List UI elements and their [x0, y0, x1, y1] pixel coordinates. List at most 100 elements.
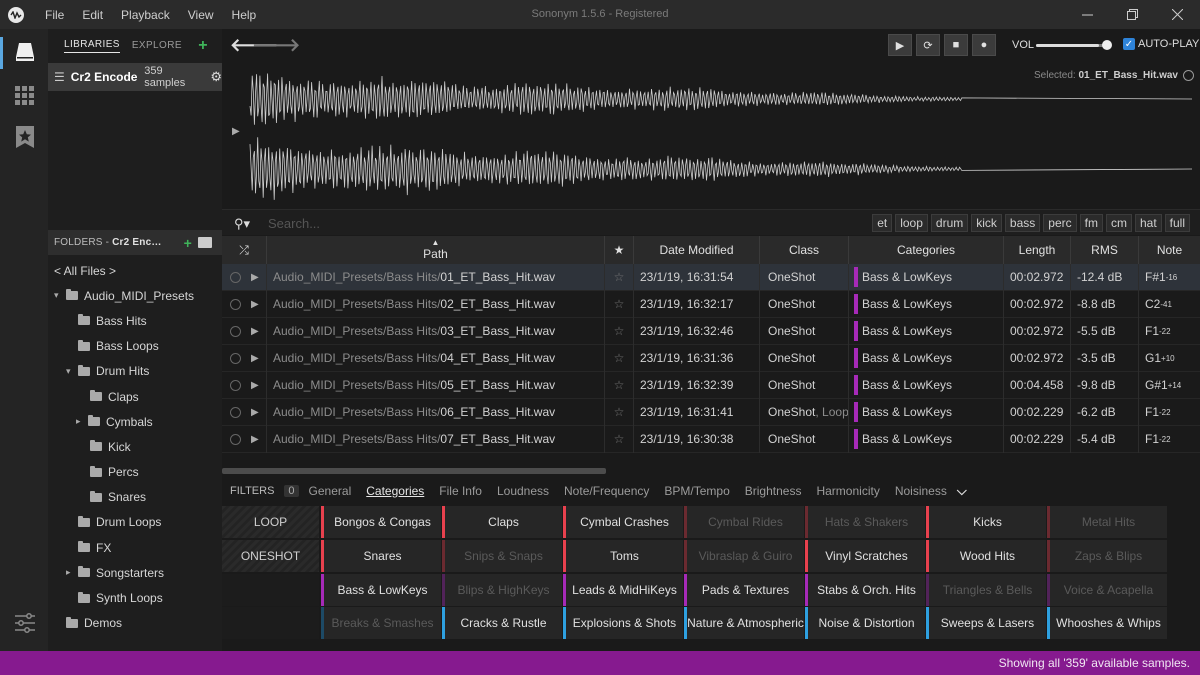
expand-arrow-icon[interactable]: ▾ — [66, 366, 76, 377]
category-button[interactable]: Blips & HighKeys — [442, 574, 562, 606]
tree-item[interactable]: ▾ Drum Hits — [48, 359, 222, 384]
row-play-icon[interactable]: ▶ — [251, 353, 259, 364]
filter-tab[interactable]: General — [309, 484, 352, 498]
category-button[interactable]: Voice & Acapella — [1047, 574, 1167, 606]
grid-icon[interactable] — [12, 83, 38, 109]
row-play-icon[interactable]: ▶ — [251, 434, 259, 445]
category-button[interactable]: Cracks & Rustle — [442, 607, 562, 639]
row-star-icon[interactable]: ☆ — [605, 371, 634, 399]
tag-chip[interactable]: hat — [1134, 214, 1162, 232]
category-button[interactable]: Nature & Atmospheric — [684, 607, 804, 639]
row-star-icon[interactable]: ☆ — [605, 317, 634, 345]
table-row[interactable]: ▶ Audio_MIDI_Presets/Bass Hits/06_ET_Bass… — [222, 398, 1200, 426]
close-icon[interactable] — [1155, 0, 1200, 29]
tag-chip[interactable]: et — [872, 214, 893, 232]
scrollbar-thumb[interactable] — [222, 468, 606, 474]
row-select-circle-icon[interactable] — [230, 325, 241, 337]
category-button[interactable]: Hats & Shakers — [805, 506, 925, 538]
row-star-icon[interactable]: ☆ — [605, 398, 634, 426]
tag-chip[interactable]: cm — [1105, 214, 1132, 232]
minimize-icon[interactable] — [1065, 0, 1110, 29]
class-loop-button[interactable]: LOOP — [222, 506, 319, 538]
forward-arrow-icon[interactable]: 🡒 — [252, 35, 300, 56]
add-library-icon[interactable]: + — [198, 37, 208, 55]
tree-item[interactable]: Synth Loops — [48, 585, 222, 610]
row-star-icon[interactable]: ☆ — [605, 344, 634, 372]
record-button[interactable]: ● — [972, 34, 996, 56]
filter-tab[interactable]: Note/Frequency — [564, 484, 649, 498]
col-categories[interactable]: Categories — [849, 236, 1004, 264]
row-play-icon[interactable]: ▶ — [251, 272, 259, 283]
search-input[interactable]: Search... — [268, 216, 320, 231]
menu-view[interactable]: View — [179, 8, 223, 22]
loop-button[interactable]: ⟳ — [916, 34, 940, 56]
category-button[interactable]: Cymbal Crashes — [563, 506, 683, 538]
tree-item[interactable]: Bass Hits — [48, 308, 222, 333]
tab-libraries[interactable]: LIBRARIES — [64, 39, 120, 53]
row-play-icon[interactable]: ▶ — [251, 407, 259, 418]
restore-icon[interactable] — [1110, 0, 1155, 29]
table-row[interactable]: ▶ Audio_MIDI_Presets/Bass Hits/04_ET_Bass… — [222, 344, 1200, 372]
filter-tab[interactable]: Harmonicity — [816, 484, 879, 498]
category-button[interactable]: Vinyl Scratches — [805, 540, 925, 572]
search-icon[interactable]: ⚲▾ — [234, 216, 250, 232]
row-select-circle-icon[interactable] — [230, 379, 241, 391]
tree-item[interactable]: Snares — [48, 485, 222, 510]
menu-edit[interactable]: Edit — [73, 8, 112, 22]
folder-icon[interactable] — [198, 237, 212, 248]
add-folder-icon[interactable]: + — [184, 235, 192, 251]
row-play-icon[interactable]: ▶ — [251, 299, 259, 310]
col-length[interactable]: Length — [1004, 236, 1071, 264]
row-select-circle-icon[interactable] — [230, 433, 241, 445]
category-button[interactable]: Bass & LowKeys — [321, 574, 441, 606]
row-star-icon[interactable]: ☆ — [605, 290, 634, 318]
favorites-star-icon[interactable] — [12, 124, 38, 150]
shuffle-icon[interactable]: ⤮ — [222, 236, 267, 264]
chevron-down-icon[interactable]: ⌵ — [957, 483, 967, 499]
horizontal-scrollbar[interactable] — [222, 466, 1200, 476]
expand-arrow-icon[interactable]: ▸ — [76, 416, 86, 427]
col-date-modified[interactable]: Date Modified — [634, 236, 760, 264]
tree-item[interactable]: < All Files > — [48, 258, 222, 283]
tag-chip[interactable]: fm — [1079, 214, 1103, 232]
filter-tab[interactable]: Brightness — [745, 484, 802, 498]
filter-tab[interactable]: BPM/Tempo — [664, 484, 729, 498]
tree-item[interactable]: FX — [48, 535, 222, 560]
category-button[interactable]: Leads & MidHiKeys — [563, 574, 683, 606]
tag-chip[interactable]: full — [1164, 214, 1190, 232]
category-button[interactable]: Snares — [321, 540, 441, 572]
col-class[interactable]: Class — [760, 236, 849, 264]
category-button[interactable]: Claps — [442, 506, 562, 538]
row-star-icon[interactable]: ☆ — [605, 263, 634, 291]
row-play-icon[interactable]: ▶ — [251, 380, 259, 391]
row-select-circle-icon[interactable] — [230, 352, 241, 364]
row-play-icon[interactable]: ▶ — [251, 326, 259, 337]
tree-item[interactable]: Percs — [48, 460, 222, 485]
expand-arrow-icon[interactable]: ▾ — [54, 290, 64, 301]
table-row[interactable]: ▶ Audio_MIDI_Presets/Bass Hits/03_ET_Bass… — [222, 317, 1200, 345]
tag-chip[interactable]: loop — [895, 214, 928, 232]
col-star[interactable]: ★ — [605, 236, 634, 264]
category-button[interactable]: Pads & Textures — [684, 574, 804, 606]
waveform-view[interactable]: Selected: 01_ET_Bass_Hit.wav ▶ — [222, 63, 1200, 207]
table-row[interactable]: ▶ Audio_MIDI_Presets/Bass Hits/05_ET_Bass… — [222, 371, 1200, 399]
table-row[interactable]: ▶ Audio_MIDI_Presets/Bass Hits/07_ET_Bass… — [222, 425, 1200, 453]
category-button[interactable]: Breaks & Smashes — [321, 607, 441, 639]
row-select-circle-icon[interactable] — [230, 298, 241, 310]
category-button[interactable]: Bongos & Congas — [321, 506, 441, 538]
volume-slider-knob[interactable] — [1102, 40, 1112, 50]
category-button[interactable]: Wood Hits — [926, 540, 1046, 572]
tag-chip[interactable]: drum — [930, 214, 969, 232]
category-button[interactable]: Sweeps & Lasers — [926, 607, 1046, 639]
menu-file[interactable]: File — [36, 8, 73, 22]
tree-item[interactable]: Demos — [48, 611, 222, 636]
category-button[interactable]: Vibraslap & Guiro — [684, 540, 804, 572]
category-button[interactable]: Stabs & Orch. Hits — [805, 574, 925, 606]
volume-slider[interactable] — [1036, 44, 1106, 47]
menu-playback[interactable]: Playback — [112, 8, 179, 22]
filter-tab[interactable]: Loudness — [497, 484, 549, 498]
tab-explore[interactable]: EXPLORE — [132, 40, 182, 53]
back-arrow-icon[interactable]: 🡐 — [230, 35, 278, 56]
autoplay-toggle[interactable]: ✓ AUTO-PLAY — [1123, 38, 1199, 50]
col-note[interactable]: Note — [1139, 236, 1200, 264]
